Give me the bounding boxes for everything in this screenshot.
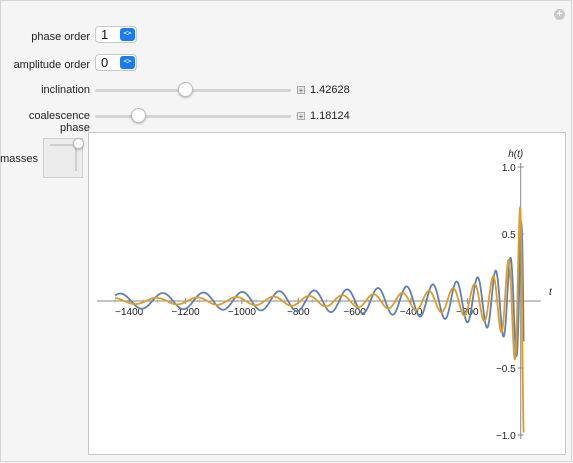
masses-thumb[interactable] <box>73 138 84 149</box>
y-tick-label: −0.5 <box>496 364 516 375</box>
waveform-plot: −1400 −1200 −1000 −800 −600 −400 −2001.00.5−0.… <box>97 149 553 442</box>
y-tick-label: −1.0 <box>496 431 516 442</box>
x-tick-label: −1000 <box>228 307 257 318</box>
coalescence-phase-label: coalescence phase <box>28 110 90 134</box>
inclination-label: inclination <box>41 84 90 96</box>
y-axis-label: h(t) <box>508 149 523 160</box>
masses-2d-slider[interactable] <box>43 138 84 178</box>
amplitude-order-select[interactable]: 0 ︿ ﹀ <box>95 54 137 71</box>
chevron-updown-icon: ︿ ﹀ <box>120 27 135 41</box>
series-line-1 <box>114 220 525 358</box>
x-axis-label: t <box>549 287 553 298</box>
inclination-slider-thumb[interactable] <box>178 82 194 97</box>
amplitude-order-value: 0 <box>101 55 109 70</box>
masses-label: masses <box>0 153 38 165</box>
chevron-updown-icon: ︿ ﹀ <box>120 55 135 69</box>
coalescence-phase-value: 1.18124 <box>310 110 350 122</box>
x-tick-label: −800 <box>287 307 310 318</box>
coalescence-phase-slider-track[interactable] <box>95 115 291 118</box>
phase-order-value: 1 <box>101 27 109 42</box>
inclination-expand-icon[interactable]: + <box>297 86 305 95</box>
y-tick-label: 0.5 <box>502 230 516 241</box>
phase-order-label: phase order <box>31 31 90 43</box>
coalescence-phase-slider-thumb[interactable] <box>131 108 147 123</box>
amplitude-order-label: amplitude order <box>13 59 90 71</box>
y-tick-label: 1.0 <box>502 163 516 174</box>
add-icon[interactable]: + <box>554 9 565 20</box>
coalescence-phase-expand-icon[interactable]: + <box>297 112 305 121</box>
series-line-2 <box>115 206 525 433</box>
inclination-value: 1.42628 <box>310 84 350 96</box>
phase-order-select[interactable]: 1 ︿ ﹀ <box>95 26 137 43</box>
plot-frame: −1400 −1200 −1000 −800 −600 −400 −200 1.0 0.5 −0.… <box>88 132 566 455</box>
manipulate-panel: + phase order 1 ︿ ﹀ amplitude order 0 ︿ ﹀ … <box>0 0 572 462</box>
